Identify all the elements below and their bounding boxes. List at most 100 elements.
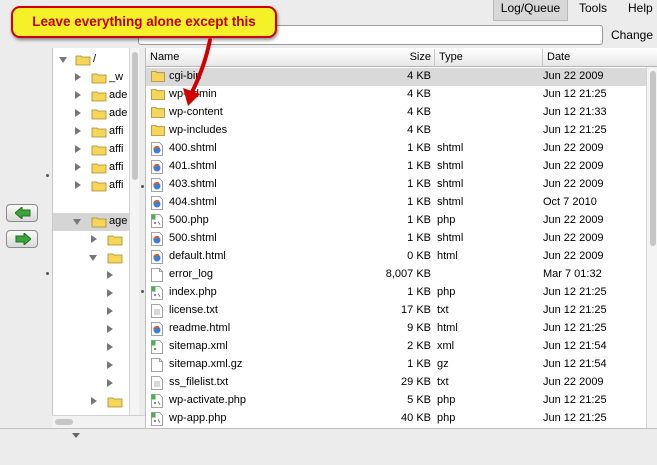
column-header-date[interactable]: Date [542, 49, 657, 67]
file-size: 1 KB [407, 160, 431, 172]
tree-child-item[interactable] [53, 267, 129, 285]
file-list: Name Size Type Date cgi-bin 4 KB Jun 22 20… [145, 48, 657, 428]
menu-tools[interactable]: Tools [572, 0, 614, 21]
splitter-handle-icon[interactable] [72, 433, 80, 438]
file-row[interactable]: 500.shtml 1 KB shtml Jun 22 2009 [146, 230, 646, 248]
tree-child-item[interactable] [53, 303, 129, 321]
tree-child-item[interactable] [53, 249, 129, 267]
file-row[interactable]: sitemap.xml 2 KB xml Jun 12 21:54 [146, 338, 646, 356]
chevron-down-icon[interactable] [59, 57, 67, 63]
file-date: Jun 22 2009 [543, 214, 604, 226]
chevron-right-icon[interactable] [75, 145, 81, 153]
tree-item[interactable]: affi [53, 159, 129, 177]
tree-root[interactable]: / [53, 51, 129, 69]
annotation-callout: Leave everything alone except this [11, 6, 277, 38]
file-date: Jun 22 2009 [543, 142, 604, 154]
tree-item-label: affi [109, 143, 124, 155]
file-size: 4 KB [407, 124, 431, 136]
chevron-right-icon[interactable] [75, 127, 81, 135]
tree-item[interactable]: _w [53, 69, 129, 87]
file-name: sitemap.xml.gz [169, 358, 243, 370]
tree-child-item[interactable] [53, 393, 129, 411]
menu-log-queue[interactable]: Log/Queue [493, 0, 568, 21]
column-header-size[interactable]: Size [286, 49, 434, 67]
file-size: 40 KB [401, 412, 431, 424]
chevron-right-icon[interactable] [107, 361, 113, 369]
file-row[interactable]: sitemap.xml.gz 1 KB gz Jun 12 21:54 [146, 356, 646, 374]
chevron-right-icon[interactable] [91, 235, 97, 243]
tree-vertical-scrollbar[interactable] [129, 48, 139, 415]
file-row[interactable]: readme.html 9 KB html Jun 12 21:25 [146, 320, 646, 338]
file-row[interactable]: cgi-bin 4 KB Jun 22 2009 [146, 68, 646, 86]
tree-item[interactable]: affi [53, 177, 129, 195]
tree-child-item[interactable] [53, 231, 129, 249]
chevron-down-icon[interactable] [73, 219, 81, 225]
menu-help[interactable]: Help [620, 0, 657, 21]
tree-item[interactable]: affi [53, 141, 129, 159]
file-row[interactable]: 500.php 1 KB php Jun 22 2009 [146, 212, 646, 230]
tree-item[interactable]: ade [53, 87, 129, 105]
file-name: wp-app.php [169, 412, 227, 424]
tree-item[interactable]: ade [53, 105, 129, 123]
chevron-right-icon[interactable] [107, 343, 113, 351]
chevron-right-icon[interactable] [107, 271, 113, 279]
file-row[interactable]: error_log 8,007 KB Mar 7 01:32 [146, 266, 646, 284]
file-row[interactable]: 404.shtml 1 KB shtml Oct 7 2010 [146, 194, 646, 212]
file-row[interactable]: default.html 0 KB html Jun 22 2009 [146, 248, 646, 266]
file-date: Mar 7 01:32 [543, 268, 602, 280]
chevron-right-icon[interactable] [91, 397, 97, 405]
scroll-thumb[interactable] [650, 71, 656, 246]
tree-child-item[interactable] [53, 321, 129, 339]
file-row[interactable]: ss_filelist.txt 29 KB txt Jun 22 2009 [146, 374, 646, 392]
column-header-type[interactable]: Type [434, 49, 542, 67]
chevron-right-icon[interactable] [107, 307, 113, 315]
chevron-down-icon[interactable] [89, 255, 97, 261]
folder-icon [151, 106, 165, 120]
tree-item-label: ade [109, 107, 128, 119]
folder-icon [151, 124, 165, 138]
xml-file-icon [151, 340, 163, 354]
chevron-right-icon[interactable] [75, 163, 81, 171]
tree-child-item[interactable] [53, 357, 129, 375]
file-name: readme.html [169, 322, 231, 334]
chevron-right-icon[interactable] [107, 325, 113, 333]
chevron-right-icon[interactable] [75, 181, 81, 189]
chevron-right-icon[interactable] [75, 91, 81, 99]
tree-horizontal-scrollbar[interactable] [52, 415, 145, 428]
chevron-right-icon[interactable] [107, 379, 113, 387]
tree-item-selected[interactable]: age [53, 213, 129, 231]
file-size: 1 KB [407, 286, 431, 298]
file-row[interactable]: wp-app.php 40 KB php Jun 12 21:25 [146, 410, 646, 428]
chevron-right-icon[interactable] [75, 73, 81, 81]
column-header-name[interactable]: Name [146, 49, 286, 67]
file-row[interactable]: index.php 1 KB php Jun 12 21:25 [146, 284, 646, 302]
file-row[interactable]: wp-admin4 KBJun 12 21:25 [146, 86, 646, 104]
scroll-thumb[interactable] [132, 52, 138, 180]
file-name: wp-includes [169, 124, 228, 136]
chevron-right-icon[interactable] [75, 109, 81, 117]
tree-child-item[interactable] [53, 285, 129, 303]
file-name: 500.php [169, 214, 209, 226]
tree-child-item[interactable] [53, 375, 129, 393]
file-row[interactable]: 400.shtml 1 KB shtml Jun 22 2009 [146, 140, 646, 158]
file-row[interactable]: 401.shtml 1 KB shtml Jun 22 2009 [146, 158, 646, 176]
file-name: 403.shtml [169, 178, 217, 190]
tree-item[interactable]: affi [53, 123, 129, 141]
file-type: txt [437, 376, 449, 388]
chevron-right-icon[interactable] [107, 289, 113, 297]
folder-icon [91, 181, 107, 192]
download-button[interactable] [6, 204, 38, 222]
file-list-vertical-scrollbar[interactable] [646, 67, 657, 428]
file-row[interactable]: 403.shtml 1 KB shtml Jun 22 2009 [146, 176, 646, 194]
file-size: 9 KB [407, 322, 431, 334]
tree-child-item[interactable] [53, 339, 129, 357]
file-row[interactable]: license.txt 17 KB txt Jun 12 21:25 [146, 302, 646, 320]
upload-button[interactable] [6, 230, 38, 248]
file-type: php [437, 394, 456, 406]
file-row[interactable]: wp-activate.php 5 KB php Jun 12 21:25 [146, 392, 646, 410]
file-row[interactable]: wp-content 4 KB Jun 12 21:33 [146, 104, 646, 122]
file-row[interactable]: wp-includes 4 KB Jun 12 21:25 [146, 122, 646, 140]
change-button[interactable]: Change [607, 25, 657, 45]
html-file-icon [151, 232, 163, 246]
scroll-thumb[interactable] [55, 419, 73, 425]
